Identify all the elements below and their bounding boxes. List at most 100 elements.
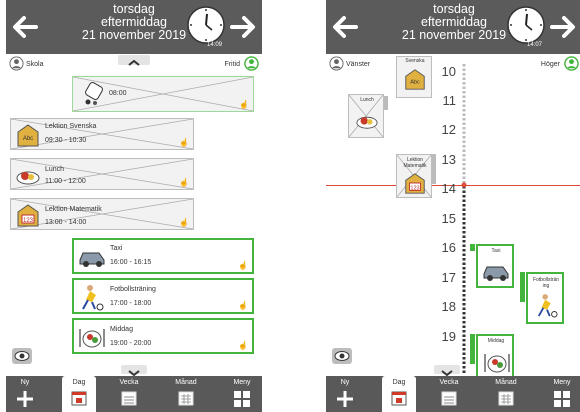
activity-time: 16:00 - 16:15 <box>110 259 152 266</box>
activity-title: Svenska <box>405 58 425 64</box>
hour-label: 12 <box>441 122 456 137</box>
previous-day-arrow-icon[interactable] <box>330 12 360 42</box>
chevron-up-icon <box>128 59 140 66</box>
scroll-down-button[interactable] <box>121 365 147 377</box>
person-left-icon[interactable] <box>9 56 24 71</box>
activity-time: 08:00 <box>109 90 127 97</box>
svg-text:123: 123 <box>23 218 34 224</box>
activity-card[interactable]: Taxi 16:00 - 16:15 ☝ <box>72 238 254 274</box>
activity-time: 17:00 - 18:00 <box>110 300 152 307</box>
visibility-toggle[interactable] <box>332 348 352 364</box>
activity-time: 13:00 - 14:00 <box>45 219 87 226</box>
activity-card[interactable]: 123 Lektion Matematik 13:00 - 14:00 ☝ <box>10 198 194 230</box>
clock-icon <box>507 6 545 44</box>
activity-card[interactable]: Middag 19:00 - 20:00 ☝ <box>72 318 254 354</box>
duration-bar <box>432 154 436 184</box>
timeline-card[interactable]: Fotbollsträn ing <box>526 272 564 324</box>
swedish-lesson-icon: Abc <box>17 124 39 147</box>
tab-menu[interactable]: Meny <box>544 376 580 412</box>
timeline: 10 11 12 13 14 15 16 17 18 19 Svenska Ab… <box>326 56 580 378</box>
visibility-toggle[interactable] <box>12 348 32 364</box>
week-calendar-icon <box>121 391 137 406</box>
activity-title: Middag <box>110 326 133 333</box>
activity-time: 11:00 - 12:00 <box>45 178 86 185</box>
swedish-lesson-icon: Abc <box>405 69 425 90</box>
hour-label: 11 <box>442 93 457 108</box>
activity-card[interactable]: 08:00 ☝ <box>72 76 254 112</box>
next-day-arrow-icon[interactable] <box>228 12 258 42</box>
tab-menu[interactable]: Meny <box>224 376 260 412</box>
timeline-card[interactable]: Svenska Abc <box>396 56 432 98</box>
scroll-down-button[interactable] <box>434 365 460 377</box>
lunch-icon <box>356 116 378 129</box>
timeline-screen: torsdag eftermiddag 21 november 2019 14:… <box>326 0 580 412</box>
plus-icon <box>337 391 353 407</box>
eye-icon <box>14 351 30 361</box>
clock-time: 14:09 <box>206 42 222 48</box>
tab-month[interactable]: Månad <box>488 376 524 412</box>
football-icon <box>537 294 558 318</box>
left-side-label: Skola <box>26 61 44 68</box>
dinner-icon <box>79 329 105 348</box>
timeline-card[interactable]: Lektion Matematik 123 <box>396 154 432 198</box>
tab-week[interactable]: Vecka <box>112 376 146 412</box>
hour-label: 14 <box>441 181 456 196</box>
duration-bar <box>470 244 475 251</box>
day-list-screen: torsdag eftermiddag 21 november 2019 14:… <box>6 0 262 412</box>
month-calendar-icon <box>178 391 194 406</box>
activity-title: Lunch <box>45 166 65 173</box>
lunch-icon <box>16 171 40 185</box>
tab-week[interactable]: Vecka <box>432 376 466 412</box>
plus-icon <box>17 391 33 407</box>
hour-label: 10 <box>441 64 456 79</box>
person-right-icon[interactable] <box>244 56 259 71</box>
header: torsdag eftermiddag 21 november 2019 14:… <box>326 0 580 54</box>
activity-card[interactable]: Lunch 11:00 - 12:00 ☝ <box>10 158 194 190</box>
header: torsdag eftermiddag 21 november 2019 14:… <box>6 0 262 54</box>
person-left-icon[interactable] <box>329 56 344 71</box>
duration-bar <box>470 334 475 364</box>
timeline-card[interactable]: Lunch <box>348 94 384 138</box>
activity-card[interactable]: Fotbollsträning 17:00 - 18:00 ☝ <box>72 278 254 314</box>
next-day-arrow-icon[interactable] <box>548 12 578 42</box>
timeline-card[interactable]: Taxi <box>476 244 514 288</box>
month-calendar-icon <box>498 391 514 406</box>
duration-bar <box>520 272 525 302</box>
menu-grid-icon <box>554 391 570 407</box>
right-side-label: Fritid <box>224 61 240 68</box>
activity-time: 19:00 - 20:00 <box>110 340 152 347</box>
hand-icon: ☝ <box>238 341 248 350</box>
hand-icon: ☝ <box>239 100 249 109</box>
activity-title: Middag <box>487 338 505 344</box>
tab-month[interactable]: Månad <box>168 376 204 412</box>
activity-time: 09:30 - 10:30 <box>45 137 87 144</box>
person-right-icon[interactable] <box>564 56 579 71</box>
timeline-card[interactable]: Middag <box>476 334 514 378</box>
hour-label: 17 <box>441 270 456 285</box>
day-calendar-icon <box>71 391 87 406</box>
activity-title: Lektion Matematik <box>45 206 102 213</box>
right-side-label: Höger <box>540 61 560 68</box>
clock-icon <box>187 6 225 44</box>
tab-day[interactable]: Dag <box>62 376 96 412</box>
activity-title: Taxi <box>110 245 123 252</box>
svg-text:Abc: Abc <box>410 80 420 86</box>
hour-label: 19 <box>441 329 456 344</box>
week-calendar-icon <box>441 391 457 406</box>
activity-title: Fotbollsträn ing <box>532 277 560 289</box>
tab-new[interactable]: Ny <box>328 376 362 412</box>
hand-icon: ☝ <box>179 138 189 147</box>
activity-list: 08:00 ☝ Abc Lektion Svenska 09:30 - 10:3… <box>6 74 262 377</box>
activity-card[interactable]: Abc Lektion Svenska 09:30 - 10:30 ☝ <box>10 118 194 150</box>
medicine-icon <box>85 82 103 105</box>
tab-day[interactable]: Dag <box>382 376 416 412</box>
scroll-up-button[interactable] <box>118 55 150 66</box>
activity-title: Lunch <box>360 97 374 103</box>
football-icon <box>82 285 104 311</box>
math-lesson-icon: 123 <box>17 204 39 227</box>
activity-title: Fotbollsträning <box>110 286 156 293</box>
tab-new[interactable]: Ny <box>8 376 42 412</box>
taxi-icon <box>79 252 105 267</box>
previous-day-arrow-icon[interactable] <box>10 12 40 42</box>
activity-title: Taxi <box>491 248 501 254</box>
